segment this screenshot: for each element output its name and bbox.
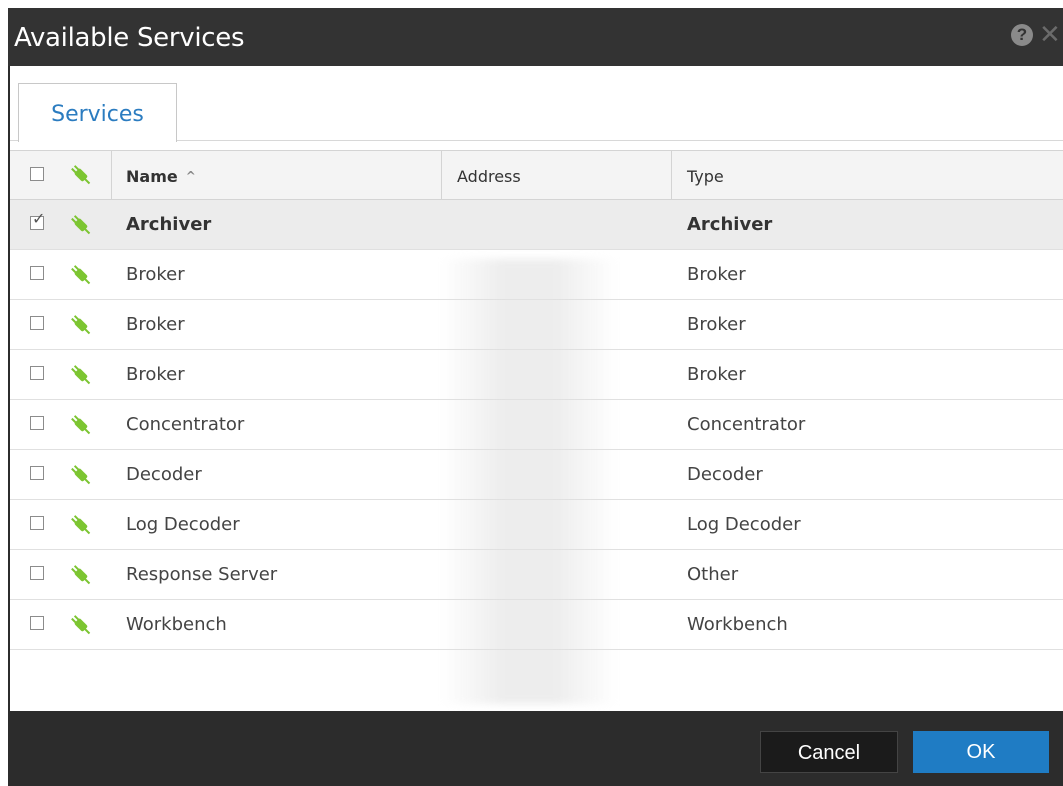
service-name: Concentrator	[126, 414, 245, 435]
row-checkbox[interactable]	[30, 616, 44, 630]
close-icon[interactable]: ✕	[1039, 21, 1061, 47]
service-type: Broker	[687, 264, 746, 285]
column-header-type[interactable]: Type	[687, 167, 724, 186]
row-checkbox[interactable]	[30, 516, 44, 530]
plug-icon	[71, 265, 91, 285]
service-type: Broker	[687, 314, 746, 335]
service-name: Archiver	[126, 214, 212, 235]
service-name: Decoder	[126, 464, 202, 485]
cancel-button[interactable]: Cancel	[760, 731, 898, 773]
grid-header-row: Name ^ Address Type	[10, 150, 1063, 200]
plug-icon	[71, 465, 91, 485]
dialog-title: Available Services	[14, 23, 245, 53]
service-name: Broker	[126, 314, 185, 335]
row-checkbox[interactable]	[30, 416, 44, 430]
address-redaction	[441, 259, 617, 704]
row-checkbox[interactable]	[30, 316, 44, 330]
plug-icon	[71, 565, 91, 585]
dialog-footer: Cancel OK	[8, 711, 1063, 786]
row-checkbox[interactable]	[30, 366, 44, 380]
plug-icon	[71, 515, 91, 535]
plug-icon	[71, 615, 91, 635]
service-type: Decoder	[687, 464, 763, 485]
service-type: Broker	[687, 364, 746, 385]
sort-ascending-icon: ^	[185, 169, 196, 183]
tab-services[interactable]: Services	[18, 83, 177, 142]
service-name: Broker	[126, 364, 185, 385]
service-type: Workbench	[687, 614, 788, 635]
row-checkbox[interactable]: ✓	[30, 212, 45, 230]
dialog-content: Services Name ^ Address Type ✓ Archiver …	[10, 66, 1063, 711]
plug-icon	[71, 315, 91, 335]
column-header-name[interactable]: Name ^	[126, 167, 196, 186]
service-type: Log Decoder	[687, 514, 801, 535]
service-type: Other	[687, 564, 739, 585]
service-name: Workbench	[126, 614, 227, 635]
row-checkbox[interactable]	[30, 566, 44, 580]
dialog-titlebar: Available Services ? ✕	[8, 8, 1063, 66]
help-icon[interactable]: ?	[1011, 24, 1033, 46]
plug-icon	[71, 215, 91, 235]
column-header-address[interactable]: Address	[457, 167, 521, 186]
service-type: Archiver	[687, 214, 773, 235]
available-services-dialog: Available Services ? ✕ Services Name ^ A…	[8, 8, 1063, 786]
service-name: Broker	[126, 264, 185, 285]
select-all-checkbox[interactable]	[30, 167, 44, 181]
service-name: Log Decoder	[126, 514, 240, 535]
table-row[interactable]: ✓ Archiver Archiver	[10, 200, 1063, 250]
row-checkbox[interactable]	[30, 266, 44, 280]
plug-icon	[71, 415, 91, 435]
tab-services-label: Services	[51, 102, 144, 127]
row-checkbox[interactable]	[30, 466, 44, 480]
plug-icon	[71, 165, 91, 185]
service-name: Response Server	[126, 564, 278, 585]
tab-strip: Services	[10, 66, 1063, 142]
service-type: Concentrator	[687, 414, 806, 435]
ok-button[interactable]: OK	[913, 731, 1049, 773]
plug-icon	[71, 365, 91, 385]
